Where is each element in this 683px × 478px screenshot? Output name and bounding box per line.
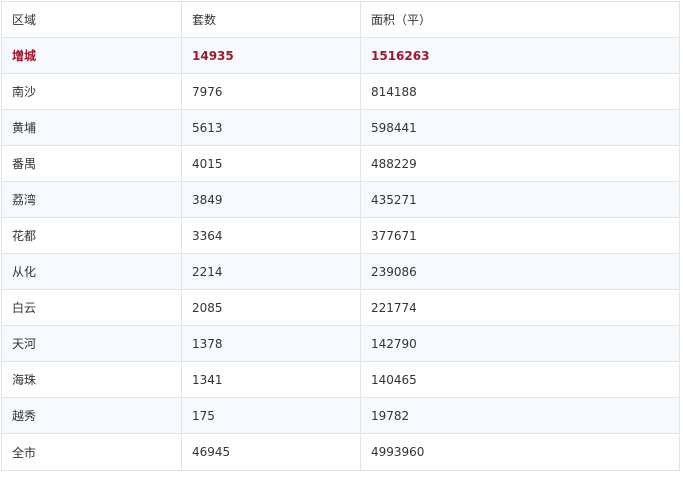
units-cell: 3364 xyxy=(182,218,361,253)
district-cell: 增城 xyxy=(2,38,182,73)
units-cell: 46945 xyxy=(182,434,361,470)
district-cell: 黄埔 xyxy=(2,110,182,145)
district-cell: 南沙 xyxy=(2,74,182,109)
header-units: 套数 xyxy=(182,2,361,37)
district-cell: 海珠 xyxy=(2,362,182,397)
area-cell: 488229 xyxy=(371,156,417,171)
area-cell: 140465 xyxy=(371,372,417,387)
units-cell: 5613 xyxy=(182,110,361,145)
table-row: 黄埔 5613 598441 xyxy=(2,110,679,146)
units-cell: 7976 xyxy=(182,74,361,109)
table-body: 增城 14935 1516263 南沙 7976 814188 黄埔 5613 598441 番禺… xyxy=(2,38,679,470)
units-cell: 4015 xyxy=(182,146,361,181)
district-cell: 荔湾 xyxy=(2,182,182,217)
area-cell: 814188 xyxy=(371,84,417,99)
table-row: 增城 14935 1516263 xyxy=(2,38,679,74)
table-row: 花都 3364 377671 xyxy=(2,218,679,254)
units-cell: 175 xyxy=(182,398,361,433)
district-cell: 全市 xyxy=(2,434,182,470)
table-row: 番禺 4015 488229 xyxy=(2,146,679,182)
units-cell: 3849 xyxy=(182,182,361,217)
district-cell: 花都 xyxy=(2,218,182,253)
district-cell: 番禺 xyxy=(2,146,182,181)
district-cell: 天河 xyxy=(2,326,182,361)
units-cell: 2214 xyxy=(182,254,361,289)
area-cell: 4993960 xyxy=(371,445,425,459)
area-cell: 239086 xyxy=(371,264,417,279)
table-row: 全市 46945 4993960 xyxy=(2,434,679,470)
table-row: 从化 2214 239086 xyxy=(2,254,679,290)
district-cell: 白云 xyxy=(2,290,182,325)
table-header-row: 区域 套数 面积（平） xyxy=(2,2,679,38)
units-cell: 1378 xyxy=(182,326,361,361)
table-row: 海珠 1341 140465 xyxy=(2,362,679,398)
table-row: 白云 2085 221774 xyxy=(2,290,679,326)
area-cell: 377671 xyxy=(371,228,417,243)
area-cell: 1516263 xyxy=(371,48,430,63)
area-cell: 598441 xyxy=(371,120,417,135)
area-cell: 435271 xyxy=(371,192,417,207)
table-row: 越秀 175 19782 xyxy=(2,398,679,434)
units-cell: 2085 xyxy=(182,290,361,325)
header-area: 面积（平） xyxy=(371,13,432,27)
area-cell: 221774 xyxy=(371,300,417,315)
district-cell: 从化 xyxy=(2,254,182,289)
district-table: 区域 套数 面积（平） 增城 14935 1516263 南沙 7976 814188 黄埔… xyxy=(1,1,680,471)
units-cell: 14935 xyxy=(182,38,361,73)
table-row: 天河 1378 142790 xyxy=(2,326,679,362)
district-cell: 越秀 xyxy=(2,398,182,433)
area-cell: 142790 xyxy=(371,336,417,351)
table-row: 南沙 7976 814188 xyxy=(2,74,679,110)
table-row: 荔湾 3849 435271 xyxy=(2,182,679,218)
header-district: 区域 xyxy=(2,2,182,37)
area-cell: 19782 xyxy=(371,408,410,423)
units-cell: 1341 xyxy=(182,362,361,397)
